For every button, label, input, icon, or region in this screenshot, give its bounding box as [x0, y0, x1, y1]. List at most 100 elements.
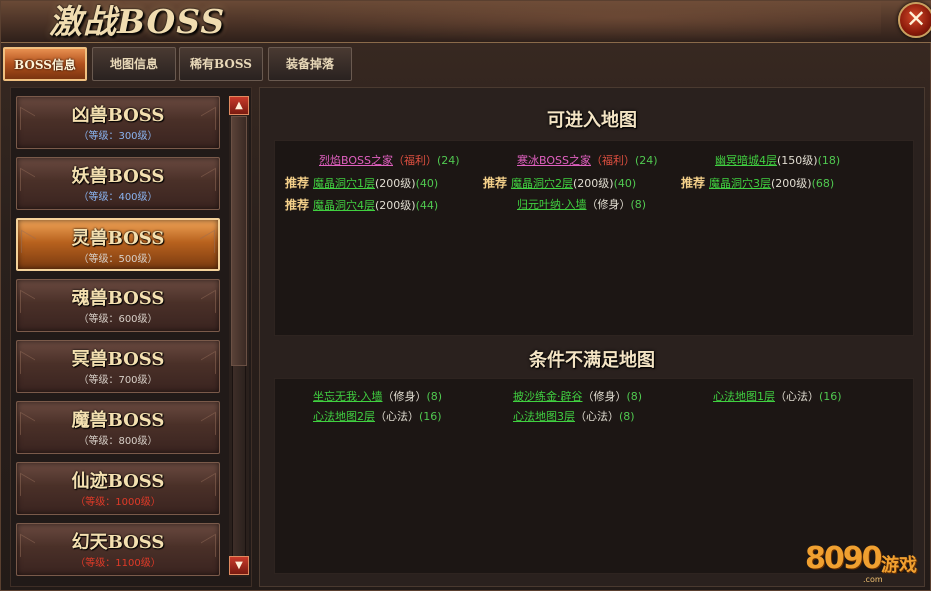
map-suffix: （福利） — [392, 154, 437, 167]
map-entry: 坐忘无我·入墙（修身）(8) — [313, 389, 442, 405]
unavailable-maps-title: 条件不满足地图 — [529, 350, 655, 371]
scroll-down-button[interactable]: ▼ — [229, 556, 249, 575]
boss-item-yaoshou[interactable]: 妖兽BOSS （等级：400级） — [16, 157, 220, 210]
map-link-youming4[interactable]: 幽冥暗城4层 — [715, 154, 777, 167]
map-suffix: (200级) — [375, 177, 416, 190]
8090-logo: 8090 游戏 .com — [805, 541, 925, 587]
map-link-mojing4[interactable]: 魔晶洞穴4层 — [313, 199, 375, 212]
map-link-hanbing[interactable]: 寒冰BOSS之家 — [517, 154, 591, 167]
boss-item-moshou[interactable]: 魔兽BOSS （等级：800级） — [16, 401, 220, 454]
boss-level: （等级：600级） — [78, 314, 158, 325]
map-link-mojing3[interactable]: 魔晶洞穴3层 — [709, 177, 771, 190]
map-count: (68) — [811, 177, 835, 190]
map-count: (40) — [415, 177, 439, 190]
boss-level: （等级：700级） — [78, 375, 158, 386]
boss-list-scrollbar[interactable]: ▲ ▼ — [229, 96, 249, 577]
boss-list-panel: 凶兽BOSS （等级：300级） 妖兽BOSS （等级：400级） 灵兽BOSS… — [10, 87, 252, 587]
boss-item-huantian[interactable]: 幻天BOSS （等级：1100级） — [16, 523, 220, 576]
boss-name: 妖兽BOSS — [71, 166, 165, 187]
map-link-mojing2[interactable]: 魔晶洞穴2层 — [511, 177, 573, 190]
boss-level: （等级：300级） — [78, 131, 158, 142]
tab-boss-info[interactable]: BOSS信息 — [3, 47, 87, 81]
recommend-label: 推荐 — [285, 176, 310, 190]
map-entry: 推荐 魔晶洞穴4层(200级)(44) — [285, 197, 438, 213]
map-count: (8) — [426, 390, 443, 403]
accessible-maps-title: 可进入地图 — [547, 110, 637, 131]
map-count: (8) — [626, 390, 643, 403]
map-suffix: (200级) — [375, 199, 416, 212]
boss-item-lingshou[interactable]: 灵兽BOSS （等级：500级） — [16, 218, 220, 271]
recommend-label: 推荐 — [681, 176, 706, 190]
map-suffix: （心法） — [775, 390, 819, 403]
tab-equipment-drop[interactable]: 装备掉落 — [268, 47, 352, 81]
map-suffix: （福利） — [590, 154, 635, 167]
map-suffix: (150级) — [777, 154, 818, 167]
map-suffix: （修身） — [382, 390, 427, 403]
logo-cn-text: 游戏 — [881, 555, 917, 576]
map-link-mojing1[interactable]: 魔晶洞穴1层 — [313, 177, 375, 190]
boss-name: 凶兽BOSS — [71, 105, 165, 126]
logo-number: 8090 — [805, 541, 882, 576]
map-suffix: (200级) — [771, 177, 812, 190]
map-entry: 心法地图3层（心法）(8) — [513, 409, 635, 425]
boss-name: 仙迹BOSS — [71, 471, 165, 492]
map-entry: 寒冰BOSS之家（福利）(24) — [517, 153, 658, 169]
tab-rare-boss[interactable]: 稀有BOSS — [179, 47, 263, 81]
map-count: (18) — [817, 154, 841, 167]
map-count: (16) — [419, 410, 442, 423]
boss-level: （等级：1100级） — [75, 558, 161, 569]
boss-item-xianji[interactable]: 仙迹BOSS （等级：1000级） — [16, 462, 220, 515]
map-entry: 心法地图1层（心法）(16) — [713, 389, 842, 405]
boss-level: （等级：1000级） — [75, 497, 161, 508]
map-suffix: （修身） — [586, 198, 631, 211]
boss-item-mingshou[interactable]: 冥兽BOSS （等级：700级） — [16, 340, 220, 393]
tab-map-info[interactable]: 地图信息 — [92, 47, 176, 81]
map-count: (8) — [619, 410, 635, 423]
scroll-thumb[interactable] — [231, 116, 247, 366]
boss-level: （等级：500级） — [78, 254, 158, 265]
boss-item-xiongshou[interactable]: 凶兽BOSS （等级：300级） — [16, 96, 220, 149]
accessible-maps-box: 烈焰BOSS之家（福利）(24) 寒冰BOSS之家（福利）(24) 幽冥暗城4层… — [274, 140, 914, 336]
map-link-pisha[interactable]: 披沙练金·辟谷 — [513, 390, 583, 403]
map-link-zuowang[interactable]: 坐忘无我·入墙 — [313, 390, 383, 403]
boss-window: 激战BOSS ✕ BOSS信息 地图信息 稀有BOSS 装备掉落 凶兽BOSS … — [0, 0, 931, 591]
boss-name: 魂兽BOSS — [71, 288, 165, 309]
map-entry: 归元叶纳·入墙（修身）(8) — [517, 197, 646, 213]
window-title: 激战BOSS — [49, 2, 226, 41]
map-count: (24) — [436, 154, 460, 167]
map-link-xinfa3[interactable]: 心法地图3层 — [513, 410, 575, 423]
map-count: (8) — [630, 198, 647, 211]
arrow-up-icon: ▲ — [235, 100, 243, 111]
scroll-up-button[interactable]: ▲ — [229, 96, 249, 115]
map-count: (44) — [415, 199, 439, 212]
logo-domain: .com — [863, 575, 883, 584]
boss-item-hunshou[interactable]: 魂兽BOSS （等级：600级） — [16, 279, 220, 332]
map-suffix: （修身） — [582, 390, 627, 403]
recommend-label: 推荐 — [483, 176, 508, 190]
boss-level: （等级：400级） — [78, 192, 158, 203]
map-suffix: (200级) — [573, 177, 614, 190]
map-count: (16) — [819, 390, 842, 403]
map-count: (40) — [613, 177, 637, 190]
map-link-lieyan[interactable]: 烈焰BOSS之家 — [319, 154, 393, 167]
close-icon: ✕ — [905, 5, 927, 33]
close-button[interactable]: ✕ — [898, 2, 931, 38]
map-entry: 幽冥暗城4层(150级)(18) — [715, 153, 840, 169]
map-link-guiyuan[interactable]: 归元叶纳·入墙 — [517, 198, 587, 211]
map-link-xinfa1[interactable]: 心法地图1层 — [713, 390, 775, 403]
map-suffix: （心法） — [575, 410, 619, 423]
map-info-panel: 可进入地图 烈焰BOSS之家（福利）(24) 寒冰BOSS之家（福利）(24) … — [259, 87, 925, 587]
title-bar: 激战BOSS ✕ — [1, 1, 931, 43]
map-entry: 心法地图2层（心法）(16) — [313, 409, 442, 425]
recommend-label: 推荐 — [285, 198, 310, 212]
map-suffix: （心法） — [375, 410, 419, 423]
map-entry: 披沙练金·辟谷（修身）(8) — [513, 389, 642, 405]
map-entry: 烈焰BOSS之家（福利）(24) — [319, 153, 460, 169]
map-link-xinfa2[interactable]: 心法地图2层 — [313, 410, 375, 423]
boss-name: 幻天BOSS — [71, 532, 165, 553]
boss-level: （等级：800级） — [78, 436, 158, 447]
map-entry: 推荐 魔晶洞穴2层(200级)(40) — [483, 175, 636, 191]
map-entry: 推荐 魔晶洞穴1层(200级)(40) — [285, 175, 438, 191]
map-count: (24) — [634, 154, 658, 167]
arrow-down-icon: ▼ — [235, 560, 243, 571]
